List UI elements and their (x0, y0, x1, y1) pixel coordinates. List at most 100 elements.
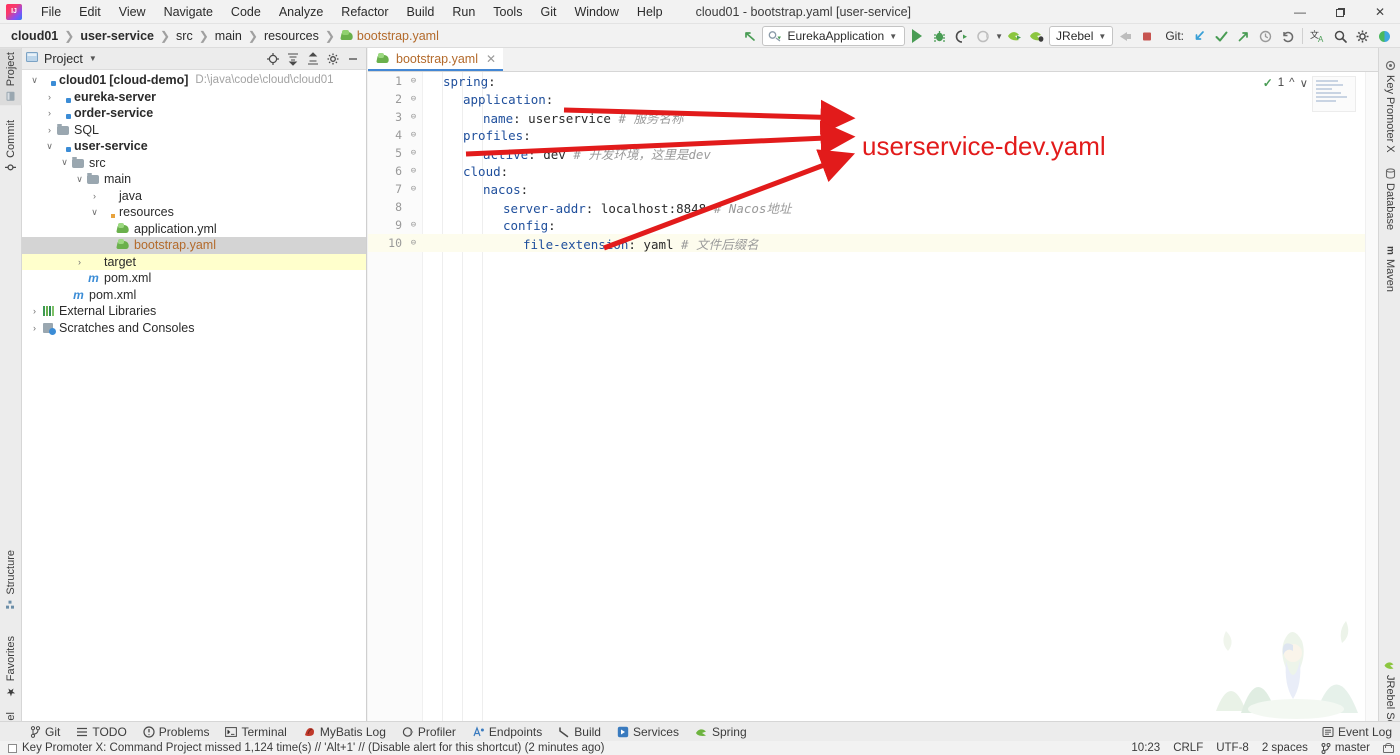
breadcrumb-item-bootstrap-yaml[interactable]: bootstrap.yaml (338, 28, 442, 44)
bottom-tab-problems[interactable]: Problems (135, 722, 218, 742)
stop-red-icon[interactable] (1137, 26, 1157, 46)
locate-icon[interactable] (263, 50, 282, 68)
code-line-8[interactable]: 8 server-addr: localhost:8848 # Nacos地址 (368, 198, 1378, 216)
profiler-icon[interactable] (973, 26, 993, 46)
jrebel-debug-icon[interactable] (1027, 26, 1047, 46)
sidebar-item-structure[interactable]: Structure (0, 546, 22, 614)
editor-minimap[interactable] (1312, 76, 1356, 112)
chevron-down-icon[interactable]: ▼ (89, 54, 97, 63)
code-fold-icon[interactable]: ⊖ (404, 94, 423, 104)
git-branch-widget[interactable]: master (1321, 742, 1370, 754)
tree-node-main[interactable]: ∨ main (22, 171, 366, 188)
code-line-7[interactable]: 7 ⊖ nacos: (368, 180, 1378, 198)
sidebar-item-project[interactable]: Project (0, 48, 22, 106)
back-arrow-icon[interactable] (740, 26, 760, 46)
breadcrumb-item-user-service[interactable]: user-service (77, 28, 157, 44)
jrebel-run-icon[interactable] (1005, 26, 1025, 46)
bottom-tab-todo[interactable]: TODO (68, 722, 134, 742)
indent-setting[interactable]: 2 spaces (1262, 742, 1308, 754)
menu-item-view[interactable]: View (110, 2, 155, 22)
code-line-10[interactable]: 10 ⊖ file-extension: yaml # 文件后缀名 (368, 234, 1378, 252)
menu-item-navigate[interactable]: Navigate (155, 2, 222, 22)
tree-node-external-libraries[interactable]: › External Libraries (22, 303, 366, 320)
code-line-1[interactable]: 1 ⊖ spring: (368, 72, 1378, 90)
editor-scrollbar[interactable] (1365, 72, 1378, 721)
bottom-tab-git[interactable]: Git (22, 722, 68, 742)
breadcrumb-item-cloud01[interactable]: cloud01 (8, 28, 61, 44)
bottom-tab-spring[interactable]: Spring (687, 722, 755, 742)
code-fold-icon[interactable]: ⊖ (404, 76, 423, 86)
profiler-dropdown-icon[interactable]: ▼ (995, 32, 1003, 41)
bottom-tab-profiler[interactable]: Profiler (394, 722, 464, 742)
help-icon[interactable] (1374, 26, 1394, 46)
code-line-3[interactable]: 3 ⊖ name: userservice # 服务名称 (368, 108, 1378, 126)
chevron-down-icon[interactable]: ▼ (1098, 32, 1106, 41)
chevron-right-icon[interactable]: › (28, 323, 41, 333)
chevron-right-icon[interactable]: › (43, 92, 56, 102)
tree-node-pom-xml[interactable]: m pom.xml (22, 287, 366, 304)
tree-node-resources[interactable]: ∨ resources (22, 204, 366, 221)
translate-icon[interactable]: 文A (1308, 26, 1328, 46)
minimize-button[interactable]: — (1280, 0, 1320, 24)
breadcrumb-item-main[interactable]: main (212, 28, 245, 44)
code-editor[interactable]: 1 ⊖ spring: 2 ⊖ application: 3 ⊖ name: userservi… (368, 72, 1378, 721)
tree-node-eureka-server[interactable]: › eureka-server (22, 89, 366, 106)
menu-item-analyze[interactable]: Analyze (270, 2, 332, 22)
bottom-tab-endpoints[interactable]: Endpoints (464, 722, 550, 742)
editor-tab-bootstrap-yaml[interactable]: bootstrap.yaml ✕ (368, 48, 504, 71)
bottom-tab-services[interactable]: Services (609, 722, 687, 742)
close-button[interactable]: ✕ (1360, 0, 1400, 24)
menu-item-run[interactable]: Run (443, 2, 484, 22)
debug-icon[interactable] (929, 26, 949, 46)
git-push-icon[interactable] (1233, 26, 1253, 46)
menu-item-code[interactable]: Code (222, 2, 270, 22)
close-icon[interactable]: ✕ (486, 52, 496, 66)
breadcrumb-item-src[interactable]: src (173, 28, 196, 44)
caret-position[interactable]: 10:23 (1131, 742, 1160, 754)
menu-item-refactor[interactable]: Refactor (332, 2, 397, 22)
stop-icon[interactable] (1115, 26, 1135, 46)
file-encoding[interactable]: UTF-8 (1216, 742, 1249, 754)
sidebar-item-favorites[interactable]: ★ Favorites (0, 632, 22, 702)
bottom-tab-terminal[interactable]: Terminal (217, 722, 294, 742)
menu-item-help[interactable]: Help (628, 2, 672, 22)
git-rollback-icon[interactable] (1277, 26, 1297, 46)
tree-node-pom-xml[interactable]: m pom.xml (22, 270, 366, 287)
code-fold-icon[interactable]: ⊖ (404, 130, 423, 140)
sidebar-item-maven[interactable]: m Maven (1379, 242, 1400, 296)
tree-node-order-service[interactable]: › order-service (22, 105, 366, 122)
status-message-area[interactable]: Key Promoter X: Command Project missed 1… (8, 742, 604, 754)
chevron-down-icon[interactable]: ∨ (43, 141, 56, 152)
sidebar-item-key-promoter-x[interactable]: Key Promoter X (1379, 56, 1400, 157)
tree-node-cloud01[interactable]: ∨ cloud01 [cloud-demo] D:\java\code\cloud\c… (22, 72, 366, 89)
menu-item-file[interactable]: File (32, 2, 70, 22)
menu-item-build[interactable]: Build (398, 2, 444, 22)
chevron-right-icon[interactable]: › (73, 257, 86, 267)
git-history-icon[interactable] (1255, 26, 1275, 46)
chevron-right-icon[interactable]: › (43, 108, 56, 118)
jrebel-selector[interactable]: JRebel ▼ (1049, 26, 1114, 46)
tree-node-sql[interactable]: › SQL (22, 122, 366, 139)
code-fold-icon[interactable]: ⊖ (404, 220, 423, 230)
code-line-2[interactable]: 2 ⊖ application: (368, 90, 1378, 108)
search-icon[interactable] (1330, 26, 1350, 46)
tree-node-src[interactable]: ∨ src (22, 155, 366, 172)
expand-all-icon[interactable] (283, 50, 302, 68)
run-configuration-selector[interactable]: EurekaApplication ▼ (762, 26, 906, 46)
tree-node-scratches-and-consoles[interactable]: › Scratches and Consoles (22, 320, 366, 337)
menu-item-git[interactable]: Git (531, 2, 565, 22)
inspection-widget[interactable]: ✓ 1 ^ ∨ (1263, 76, 1308, 90)
code-fold-icon[interactable]: ⊖ (404, 238, 423, 248)
menu-item-tools[interactable]: Tools (484, 2, 531, 22)
breadcrumb-item-resources[interactable]: resources (261, 28, 322, 44)
tree-node-bootstrap-yaml[interactable]: bootstrap.yaml (22, 237, 366, 254)
menu-item-window[interactable]: Window (565, 2, 627, 22)
sidebar-item-database[interactable]: Database (1379, 164, 1400, 234)
code-line-6[interactable]: 6 ⊖ cloud: (368, 162, 1378, 180)
chevron-down-icon[interactable]: ∨ (73, 174, 86, 185)
chevron-right-icon[interactable]: › (88, 191, 101, 201)
bottom-tab-event-log[interactable]: Event Log (1314, 722, 1400, 742)
tree-node-target[interactable]: › target (22, 253, 366, 270)
hide-panel-icon[interactable] (343, 50, 362, 68)
code-line-9[interactable]: 9 ⊖ config: (368, 216, 1378, 234)
